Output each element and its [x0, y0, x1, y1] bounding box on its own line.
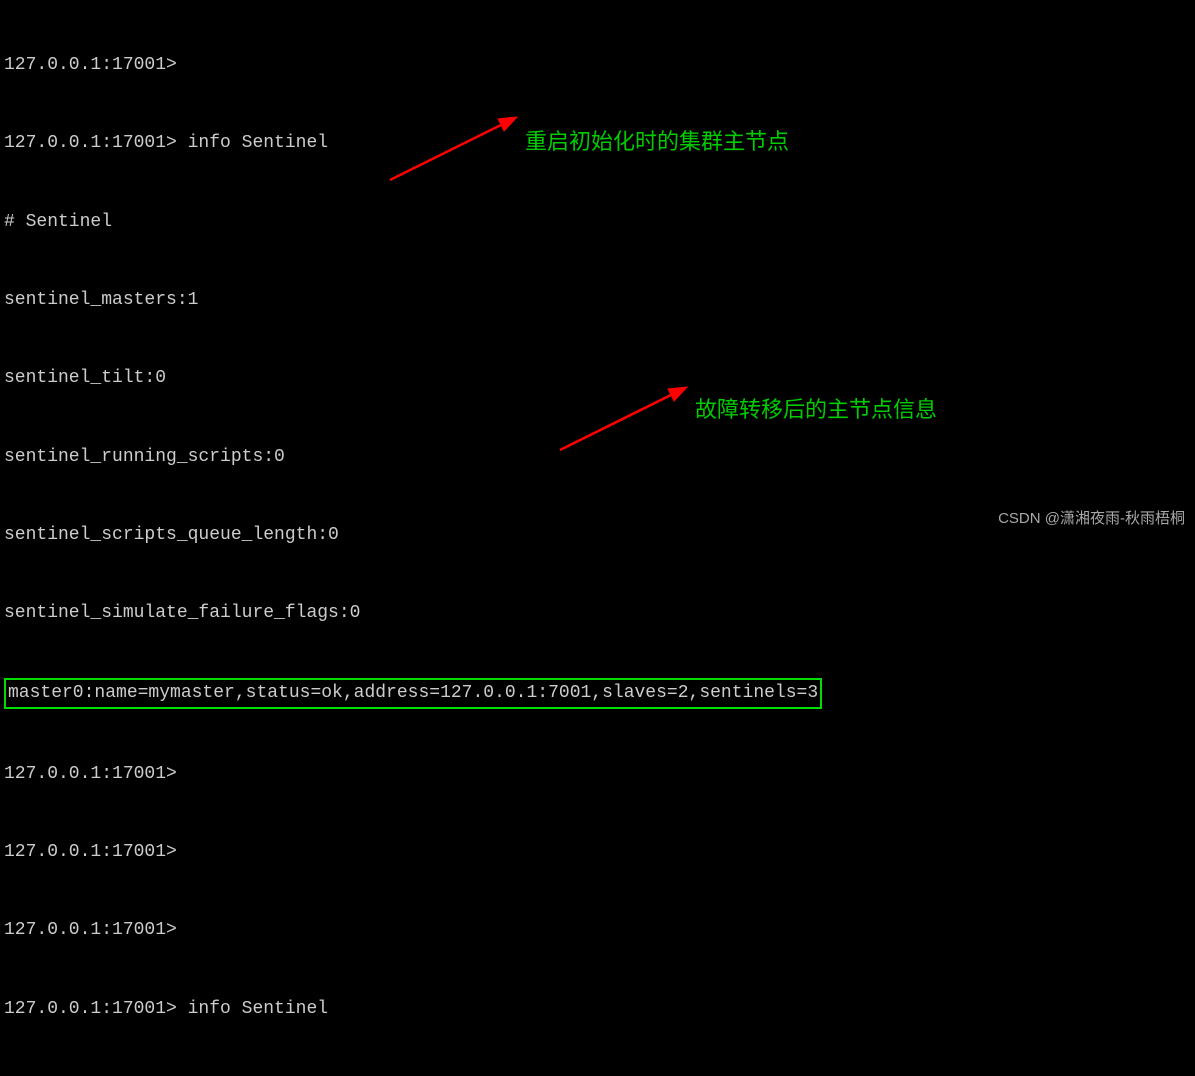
- terminal-line: 127.0.0.1:17001>: [4, 52, 1191, 78]
- terminal-line: # Sentinel: [4, 209, 1191, 235]
- terminal-line: 127.0.0.1:17001> info Sentinel: [4, 996, 1191, 1022]
- annotation-after: 故障转移后的主节点信息: [695, 394, 937, 426]
- terminal-line: # Sentinel: [4, 1074, 1191, 1076]
- terminal-line: 127.0.0.1:17001>: [4, 917, 1191, 943]
- annotation-before: 重启初始化时的集群主节点: [525, 126, 789, 158]
- terminal-line: 127.0.0.1:17001>: [4, 761, 1191, 787]
- terminal-line: sentinel_masters:1: [4, 287, 1191, 313]
- watermark: CSDN @潇湘夜雨-秋雨梧桐: [998, 508, 1185, 530]
- terminal-line: sentinel_simulate_failure_flags:0: [4, 600, 1191, 626]
- arrow-icon: [385, 115, 520, 185]
- terminal-line: 127.0.0.1:17001>: [4, 839, 1191, 865]
- highlighted-master-before: master0:name=mymaster,status=ok,address=…: [4, 678, 822, 708]
- arrow-icon: [555, 385, 690, 455]
- terminal-output[interactable]: 127.0.0.1:17001> 127.0.0.1:17001> info S…: [0, 0, 1195, 1076]
